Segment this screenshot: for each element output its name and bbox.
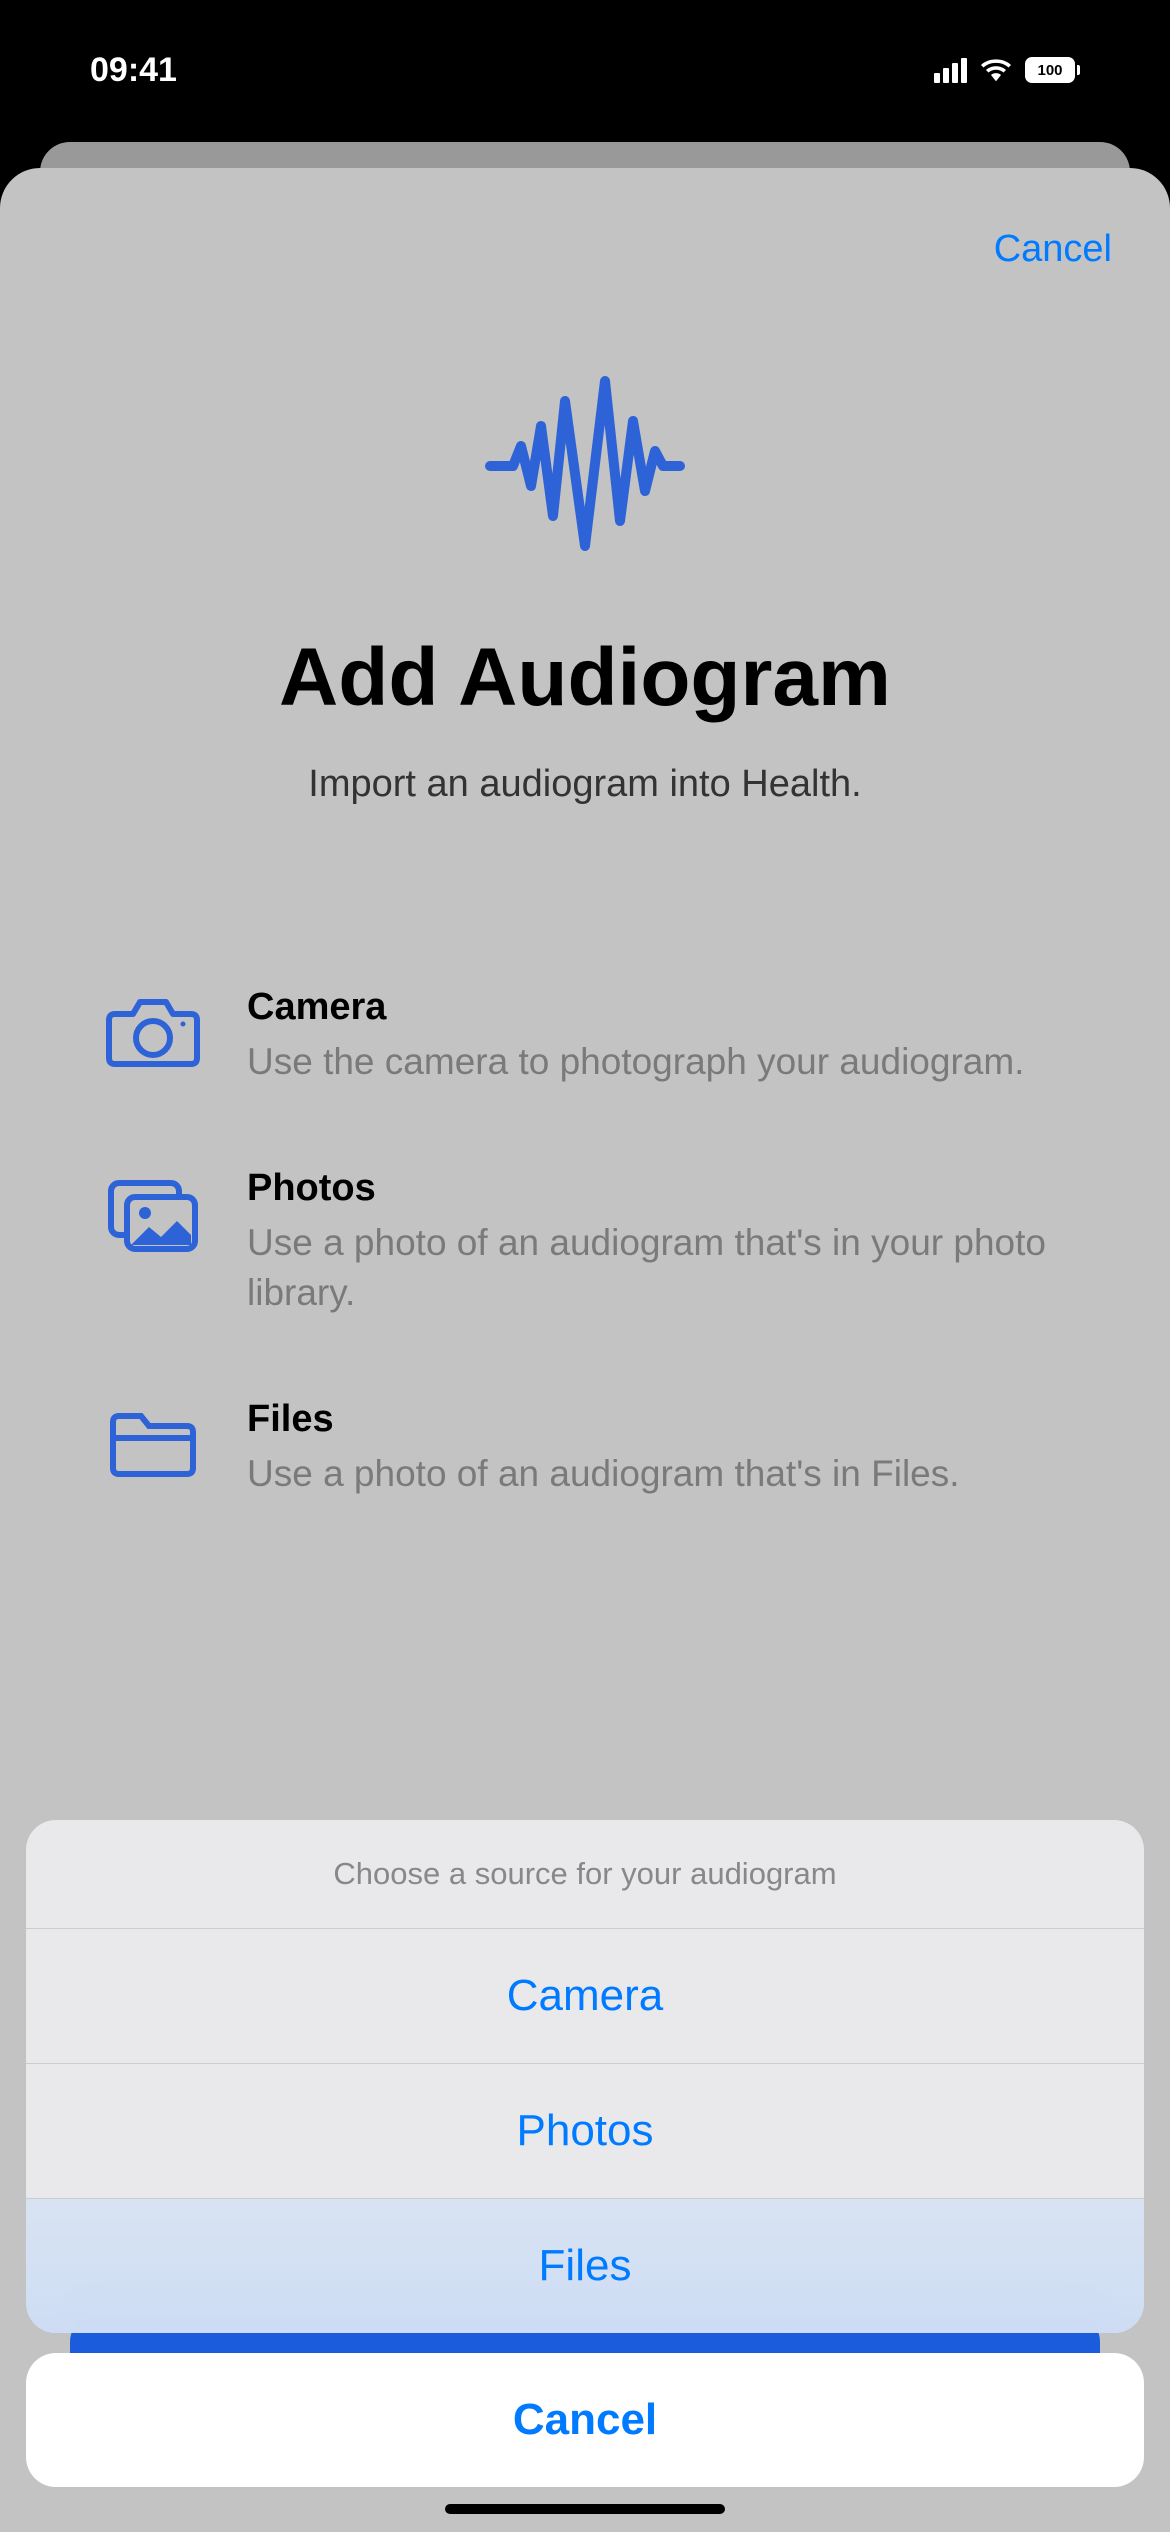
camera-icon xyxy=(103,986,203,1087)
option-photos: Photos Use a photo of an audiogram that'… xyxy=(103,1167,1067,1318)
page-title: Add Audiogram xyxy=(48,631,1122,725)
action-sheet-files-option[interactable]: Files xyxy=(26,2199,1144,2333)
option-files: Files Use a photo of an audiogram that's… xyxy=(103,1398,1067,1499)
action-sheet: Choose a source for your audiogram Camer… xyxy=(26,1820,1144,2487)
option-title: Photos xyxy=(247,1167,1067,1210)
option-description: Use a photo of an audiogram that's in yo… xyxy=(247,1218,1067,1318)
action-sheet-camera-option[interactable]: Camera xyxy=(26,1929,1144,2064)
action-sheet-cancel-button[interactable]: Cancel xyxy=(26,2353,1144,2487)
option-camera: Camera Use the camera to photograph your… xyxy=(103,986,1067,1087)
battery-indicator: 100 xyxy=(1025,57,1080,83)
photos-icon xyxy=(103,1167,203,1318)
option-description: Use the camera to photograph your audiog… xyxy=(247,1037,1067,1087)
status-time: 09:41 xyxy=(90,51,177,90)
status-indicators: 100 xyxy=(934,57,1080,83)
audiogram-waveform-icon xyxy=(48,371,1122,561)
option-title: Camera xyxy=(247,986,1067,1029)
option-description: Use a photo of an audiogram that's in Fi… xyxy=(247,1449,1067,1499)
wifi-icon xyxy=(981,58,1011,82)
status-bar: 09:41 100 xyxy=(0,0,1170,140)
option-title: Files xyxy=(247,1398,1067,1441)
cellular-signal-icon xyxy=(934,58,967,83)
action-sheet-title: Choose a source for your audiogram xyxy=(26,1820,1144,1929)
battery-level: 100 xyxy=(1025,57,1075,83)
home-indicator[interactable] xyxy=(445,2504,725,2514)
page-subtitle: Import an audiogram into Health. xyxy=(48,763,1122,806)
import-options-list: Camera Use the camera to photograph your… xyxy=(48,986,1122,1499)
folder-icon xyxy=(103,1398,203,1499)
cancel-button[interactable]: Cancel xyxy=(994,228,1112,270)
action-sheet-photos-option[interactable]: Photos xyxy=(26,2064,1144,2199)
